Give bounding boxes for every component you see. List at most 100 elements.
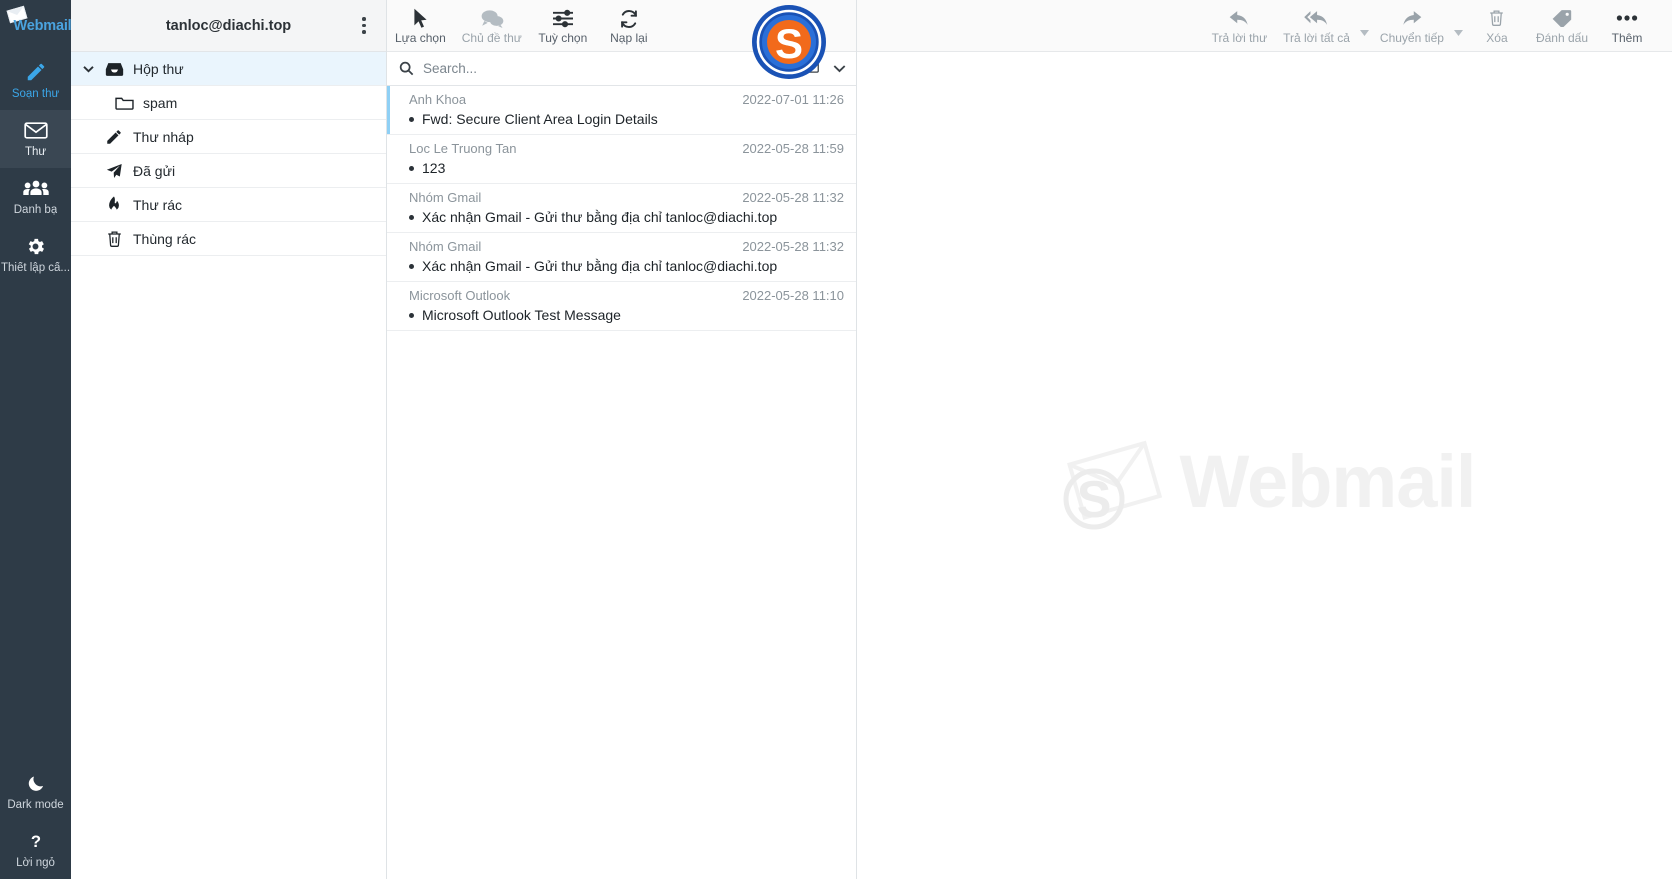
folder-item-inbox[interactable]: Hộp thư xyxy=(71,52,386,86)
message-sender: Loc Le Truong Tan xyxy=(409,141,517,156)
rail-label-mail: Thư xyxy=(24,146,47,158)
message-sender: Nhóm Gmail xyxy=(409,190,482,205)
app-logo: Webmail xyxy=(0,0,72,52)
message-rows: Anh Khoa 2022-07-01 11:26 Fwd: Secure Cl… xyxy=(387,86,856,331)
reply-all-icon xyxy=(1304,8,1329,29)
search-bar[interactable]: Search... xyxy=(387,52,856,86)
rail-label-settings: Thiết lập cấ... xyxy=(0,262,71,274)
unread-dot-icon xyxy=(409,165,414,171)
list-toolbar-label-thread: Chủ đề thư xyxy=(461,31,522,45)
folder-label-sent: Đã gửi xyxy=(133,162,176,179)
list-toolbar: Lựa chọn Chủ đề thư Tuỳ chọn Nạp lại xyxy=(387,0,662,52)
rail-item-settings[interactable]: Thiết lập cấ... xyxy=(0,226,71,284)
list-toolbar-select-button[interactable]: Lựa chọn xyxy=(387,0,454,52)
folder-item-junk[interactable]: Thư rác xyxy=(71,188,386,222)
account-email: tanloc@diachi.top xyxy=(165,17,292,34)
toolbar-more-button[interactable]: Thêm xyxy=(1596,0,1658,52)
svg-text:?: ? xyxy=(30,832,40,851)
left-nav-rail: Webmail Soạn thư Thư Danh bạ Thiết lập c… xyxy=(0,0,72,879)
toolbar-forward-caret-icon[interactable] xyxy=(1452,0,1466,52)
message-sender: Microsoft Outlook xyxy=(409,288,511,303)
folder-item-spam-child[interactable]: spam xyxy=(71,86,386,120)
folder-item-drafts[interactable]: Thư nháp xyxy=(71,120,386,154)
chevron-down-icon[interactable] xyxy=(833,60,846,78)
folder-panel-header: tanloc@diachi.top xyxy=(71,0,386,52)
more-dots-icon xyxy=(1616,8,1638,29)
message-subject-line: Fwd: Secure Client Area Login Details xyxy=(409,111,844,127)
unread-dot-icon xyxy=(409,116,414,122)
cursor-arrow-icon xyxy=(413,8,428,29)
toolbar-delete-button[interactable]: Xóa xyxy=(1466,0,1528,52)
reading-area: Trả lời thư Trả lời tất cả Chuyển tiếp X… xyxy=(857,0,1672,879)
message-sender: Anh Khoa xyxy=(409,92,467,107)
rail-label-help: Lời ngỏ xyxy=(16,857,55,869)
toolbar-reply-all-button[interactable]: Trả lời tất cả xyxy=(1275,0,1358,52)
folder-icon xyxy=(113,95,135,111)
list-toolbar-label-select: Lựa chọn xyxy=(395,31,446,45)
reading-pane: S Webmail xyxy=(857,52,1672,879)
list-toolbar-label-options: Tuỳ chọn xyxy=(538,31,588,45)
paper-plane-icon xyxy=(103,162,125,180)
list-toolbar-label-refresh: Nạp lại xyxy=(610,31,648,45)
toolbar-tag-button[interactable]: Đánh dấu xyxy=(1528,0,1596,52)
moon-icon xyxy=(26,771,46,795)
list-toolbar-thread-button[interactable]: Chủ đề thư xyxy=(454,0,530,52)
kebab-menu-icon[interactable] xyxy=(352,14,376,38)
rail-item-dark-mode[interactable]: Dark mode xyxy=(0,763,71,821)
rail-item-help[interactable]: ? Lời ngỏ xyxy=(0,821,71,879)
toolbar-label-reply-all: Trả lời tất cả xyxy=(1283,30,1350,45)
toolbar-label-more: Thêm xyxy=(1611,30,1643,45)
conversation-bubbles-icon xyxy=(480,8,504,29)
contacts-icon xyxy=(22,176,49,200)
list-toolbar-options-button[interactable]: Tuỳ chọn xyxy=(530,0,596,52)
message-row[interactable]: Anh Khoa 2022-07-01 11:26 Fwd: Secure Cl… xyxy=(387,86,856,135)
rail-item-contacts[interactable]: Danh bạ xyxy=(0,168,71,226)
unread-dot-icon xyxy=(409,312,414,318)
settings-gear-icon xyxy=(25,234,46,258)
compose-icon xyxy=(25,60,47,84)
message-row[interactable]: Nhóm Gmail 2022-05-28 11:32 Xác nhận Gma… xyxy=(387,184,856,233)
message-row[interactable]: Nhóm Gmail 2022-05-28 11:32 Xác nhận Gma… xyxy=(387,233,856,282)
toolbar-forward-button[interactable]: Chuyển tiếp xyxy=(1372,0,1452,52)
message-subject: Xác nhận Gmail - Gửi thư bằng địa chỉ ta… xyxy=(422,258,778,274)
toolbar-reply-button[interactable]: Trả lời thư xyxy=(1204,0,1275,52)
message-date: 2022-05-28 11:10 xyxy=(742,288,844,303)
search-input[interactable]: Search... xyxy=(423,61,477,76)
unread-dot-icon xyxy=(409,214,414,220)
message-toolbar: Trả lời thư Trả lời tất cả Chuyển tiếp X… xyxy=(857,0,1672,52)
rail-label-contacts: Danh bạ xyxy=(13,204,58,216)
message-subject-line: Xác nhận Gmail - Gửi thư bằng địa chỉ ta… xyxy=(409,209,844,225)
toolbar-reply-all-caret-icon[interactable] xyxy=(1358,0,1372,52)
message-meta: Anh Khoa 2022-07-01 11:26 xyxy=(409,92,844,107)
inbox-icon xyxy=(103,61,125,77)
rail-item-mail[interactable]: Thư xyxy=(0,110,71,168)
message-row[interactable]: Microsoft Outlook 2022-05-28 11:10 Micro… xyxy=(387,282,856,331)
folder-label-junk: Thư rác xyxy=(133,196,183,213)
forward-icon xyxy=(1401,8,1422,29)
rail-label-dark-mode: Dark mode xyxy=(7,799,64,811)
toolbar-label-tag: Đánh dấu xyxy=(1535,30,1588,45)
envelope-icon[interactable] xyxy=(802,59,819,78)
fire-icon xyxy=(103,195,125,214)
message-meta: Nhóm Gmail 2022-05-28 11:32 xyxy=(409,239,844,254)
trash-icon xyxy=(1488,8,1505,29)
message-date: 2022-05-28 11:59 xyxy=(742,141,844,156)
sliders-icon xyxy=(552,8,574,29)
toolbar-label-reply: Trả lời thư xyxy=(1211,30,1268,45)
folder-item-sent[interactable]: Đã gửi xyxy=(71,154,386,188)
svg-text:S: S xyxy=(1076,471,1111,529)
message-row[interactable]: Loc Le Truong Tan 2022-05-28 11:59 123 xyxy=(387,135,856,184)
message-sender: Nhóm Gmail xyxy=(409,239,482,254)
rail-item-compose[interactable]: Soạn thư xyxy=(0,52,71,110)
refresh-icon xyxy=(619,8,639,29)
list-toolbar-refresh-button[interactable]: Nạp lại xyxy=(596,0,662,52)
folder-item-trash[interactable]: Thùng rác xyxy=(71,222,386,256)
message-date: 2022-05-28 11:32 xyxy=(742,190,844,205)
message-subject: 123 xyxy=(422,160,446,176)
chevron-down-icon[interactable] xyxy=(81,65,95,73)
message-date: 2022-05-28 11:32 xyxy=(742,239,844,254)
folder-label-drafts: Thư nháp xyxy=(133,128,194,145)
message-list-panel: Search... Anh Khoa 2022-07-01 11:26 Fwd:… xyxy=(387,0,857,879)
rail-label-compose: Soạn thư xyxy=(11,88,60,100)
message-meta: Nhóm Gmail 2022-05-28 11:32 xyxy=(409,190,844,205)
